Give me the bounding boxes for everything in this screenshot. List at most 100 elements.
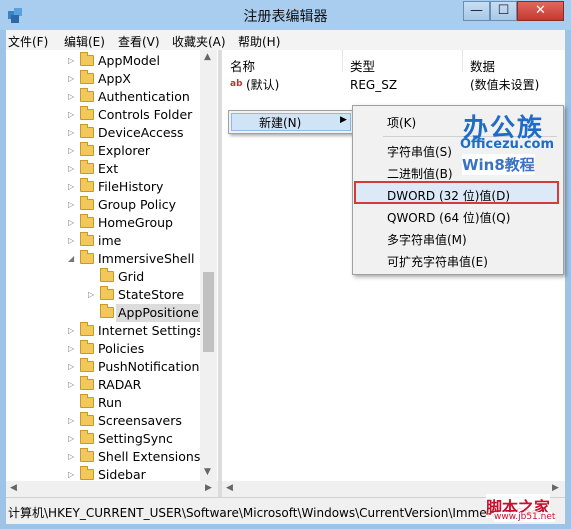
value-name[interactable]: (默认)	[246, 76, 279, 94]
folder-icon	[80, 430, 94, 444]
menu-view[interactable]: 查看(V)	[118, 33, 160, 50]
scroll-thumb[interactable]	[203, 272, 214, 352]
menu-favorites[interactable]: 收藏夹(A)	[172, 33, 226, 50]
expand-arrow-icon[interactable]: ▷	[68, 106, 78, 124]
tree-item-label: HomeGroup	[98, 215, 173, 230]
expand-arrow-icon[interactable]: ▷	[68, 142, 78, 160]
tree-item-label: ime	[98, 233, 122, 248]
title-bar[interactable]: 注册表编辑器 — ☐ ✕	[0, 0, 571, 30]
scroll-right-icon[interactable]: ▶	[205, 483, 212, 493]
folder-icon	[80, 124, 94, 138]
expand-arrow-icon[interactable]: ▷	[68, 430, 78, 448]
expand-arrow-icon[interactable]: ◢	[68, 250, 78, 268]
watermark-bottom-url: www.jb51.net	[494, 512, 556, 522]
folder-icon	[80, 178, 94, 192]
submenu-arrow-icon: ▶	[340, 115, 347, 125]
value-data[interactable]: (数值未设置)	[470, 76, 539, 94]
menu-item-expandable-string-value[interactable]: 可扩充字符串值(E)	[387, 253, 488, 270]
menu-help[interactable]: 帮助(H)	[238, 33, 280, 50]
tree-item-label: RADAR	[98, 377, 142, 392]
maximize-button[interactable]: ☐	[490, 1, 517, 21]
tree-item-label: PushNotifications	[98, 359, 206, 374]
folder-icon	[80, 358, 94, 372]
tree-item-label: Ext	[98, 161, 119, 176]
folder-icon	[80, 70, 94, 84]
expand-arrow-icon[interactable]: ▷	[68, 124, 78, 142]
menu-edit[interactable]: 编辑(E)	[64, 33, 105, 50]
expand-arrow-icon[interactable]: ▷	[68, 322, 78, 340]
tree-item-label: Controls Folder	[98, 107, 193, 122]
scroll-left-icon[interactable]: ◀	[10, 483, 17, 493]
expand-arrow-icon[interactable]: ▷	[68, 232, 78, 250]
tree-item-label: Run	[98, 395, 122, 410]
column-name-header[interactable]: 名称	[230, 56, 255, 75]
tree-item-label: Screensavers	[98, 413, 182, 428]
status-path: 计算机\HKEY_CURRENT_USER\Software\Microsoft…	[8, 506, 550, 520]
folder-icon	[80, 160, 94, 174]
expand-arrow-icon[interactable]: ▷	[88, 286, 98, 304]
value-type[interactable]: REG_SZ	[350, 76, 397, 94]
menu-item-dword-value[interactable]: DWORD (32 位)值(D)	[387, 187, 510, 204]
expand-arrow-icon[interactable]: ▷	[68, 160, 78, 178]
menu-item-qword-value[interactable]: QWORD (64 位)值(Q)	[387, 209, 510, 226]
tree-item-label: Authentication	[98, 89, 190, 104]
expand-arrow-icon[interactable]: ▷	[68, 412, 78, 430]
menu-item-key[interactable]: 项(K)	[387, 114, 416, 131]
scroll-left-icon[interactable]: ◀	[226, 483, 233, 493]
tree-item-label: StateStore	[118, 287, 185, 302]
expand-arrow-icon[interactable]: ▷	[68, 196, 78, 214]
tree-item-label: Explorer	[98, 143, 151, 158]
menu-item-string-value[interactable]: 字符串值(S)	[387, 143, 452, 160]
minimize-button[interactable]: —	[463, 1, 490, 21]
key-tree-pane[interactable]: ▷ AppModel ▷ AppX ▷ Authentication ▷ Controls F…	[6, 50, 219, 497]
expand-arrow-icon[interactable]: ▷	[68, 70, 78, 88]
tree-item-label: SettingSync	[98, 431, 173, 446]
folder-icon	[80, 232, 94, 246]
status-bar: 计算机\HKEY_CURRENT_USER\Software\Microsoft…	[6, 497, 565, 524]
expand-arrow-icon[interactable]: ▷	[68, 376, 78, 394]
column-data-header[interactable]: 数据	[470, 56, 495, 75]
column-type-header[interactable]: 类型	[350, 56, 375, 75]
folder-icon	[80, 394, 94, 408]
folder-icon	[80, 196, 94, 210]
expand-arrow-icon[interactable]: ▷	[68, 358, 78, 376]
tree-item-label: DeviceAccess	[98, 125, 184, 140]
tree-item-label: Grid	[118, 269, 145, 284]
folder-icon	[80, 214, 94, 228]
folder-icon	[80, 142, 94, 156]
column-divider[interactable]	[342, 50, 343, 72]
watermark-site: Officezu.com	[460, 137, 555, 152]
folder-icon	[80, 52, 94, 66]
folder-icon	[100, 304, 114, 318]
expand-arrow-icon[interactable]: ▷	[68, 52, 78, 70]
tree-item-label: Policies	[98, 341, 145, 356]
folder-icon	[80, 88, 94, 102]
column-divider[interactable]	[462, 50, 463, 72]
tree-horizontal-scrollbar[interactable]: ◀ ▶	[6, 481, 218, 497]
close-button[interactable]: ✕	[517, 1, 564, 21]
tree-item-label: AppModel	[98, 53, 160, 68]
folder-icon	[80, 340, 94, 354]
ab-string-icon: ab	[230, 79, 243, 89]
folder-icon	[100, 286, 114, 300]
expand-arrow-icon[interactable]: ▷	[68, 178, 78, 196]
expand-arrow-icon[interactable]: ▷	[68, 88, 78, 106]
folder-icon	[80, 106, 94, 120]
menu-bar: 文件(F) 编辑(E) 查看(V) 收藏夹(A) 帮助(H)	[6, 30, 565, 50]
expand-arrow-icon[interactable]: ▷	[68, 214, 78, 232]
scroll-down-icon[interactable]: ▼	[204, 467, 211, 477]
tree-vertical-scrollbar[interactable]: ▲ ▼	[200, 50, 217, 497]
folder-icon	[80, 376, 94, 390]
scroll-right-icon[interactable]: ▶	[552, 483, 559, 493]
folder-icon	[80, 322, 94, 336]
folder-icon	[80, 412, 94, 426]
menu-item-multi-string-value[interactable]: 多字符串值(M)	[387, 231, 467, 248]
scroll-up-icon[interactable]: ▲	[204, 52, 211, 62]
folder-icon	[100, 268, 114, 282]
tree-item-label: FileHistory	[98, 179, 164, 194]
context-menu: 新建(N) ▶	[228, 110, 354, 134]
menu-file[interactable]: 文件(F)	[8, 33, 48, 50]
expand-arrow-icon[interactable]: ▷	[68, 448, 78, 466]
menu-item-binary-value[interactable]: 二进制值(B)	[387, 165, 453, 182]
expand-arrow-icon[interactable]: ▷	[68, 340, 78, 358]
